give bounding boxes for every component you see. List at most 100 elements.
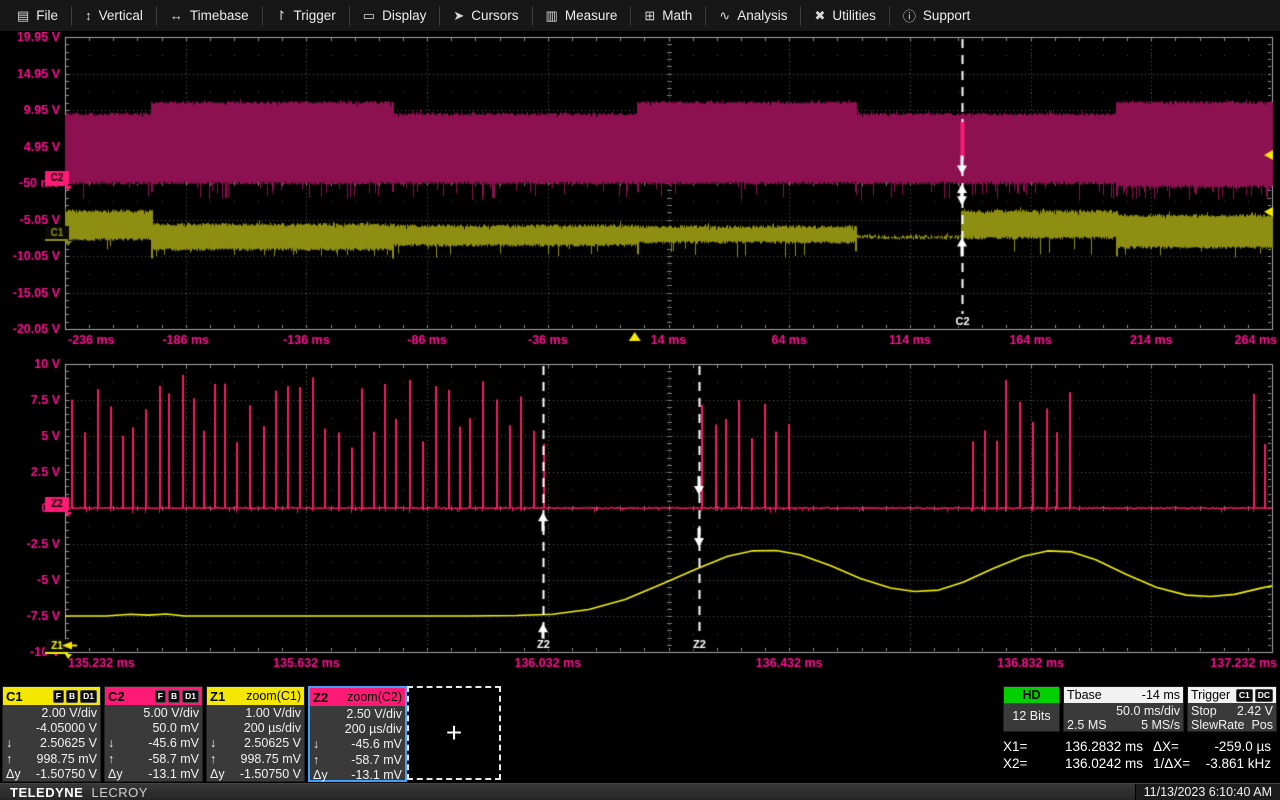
row-key: Δy (6, 767, 21, 782)
menu-analysis[interactable]: ∿ Analysis (706, 0, 800, 31)
menu-support[interactable]: ⓘSupport (890, 0, 983, 31)
trigger-source-badge: C1 (1236, 689, 1253, 702)
row-value: -58.7 mV (148, 752, 199, 767)
plus-icon: + (446, 717, 462, 749)
row-value: 2.00 V/div (41, 706, 97, 721)
row-value: -4.05000 V (36, 721, 97, 736)
descriptor-value-row: 1.00 V/div (210, 706, 301, 721)
timebase-delay: -14 ms (1142, 688, 1180, 702)
descriptor-z1-header: Z1zoom(C1) (207, 687, 304, 705)
menu-display[interactable]: ▭Display (350, 0, 440, 31)
menu-analysis-icon: ∿ (719, 8, 730, 24)
hd-mode-header: HD (1004, 687, 1059, 703)
menu-analysis-label: Analysis (737, 8, 787, 23)
row-value: 1.00 V/div (245, 706, 301, 721)
menu-timebase-icon: ↔ (170, 8, 183, 23)
row-value: -1.50750 V (240, 767, 301, 782)
menu-display-icon: ▭ (363, 8, 375, 24)
row-value: -1.50750 V (36, 767, 97, 782)
menu-bar: ▤ File ↕Vertical ↔ Timebase ↾ Trigger ▭Display➤… (0, 0, 1280, 32)
row-value: 998.75 mV (37, 752, 97, 767)
descriptor-value-row: ↑-58.7 mV (313, 753, 402, 768)
x2-value: 136.0242 ms (1047, 755, 1143, 772)
descriptor-c2-title: C2 (108, 689, 125, 704)
invdx-label: 1/ΔX= (1143, 755, 1195, 772)
descriptor-value-row: -4.05000 V (6, 721, 97, 736)
row-value: 200 µs/div (345, 722, 402, 737)
badge-b: B (66, 690, 78, 703)
row-key: ↓ (210, 736, 216, 751)
x2-label: X2= (1003, 755, 1047, 772)
waveform-display[interactable] (0, 32, 1280, 682)
row-value: 200 µs/div (244, 721, 301, 736)
brand-teledyne: TELEDYNE (10, 785, 83, 800)
menu-vertical[interactable]: ↕Vertical (72, 0, 156, 31)
x1-label: X1= (1003, 738, 1047, 755)
descriptor-value-row: ↑ 998.75 mV (6, 752, 97, 767)
descriptor-value-row: Δy -1.50750 V (6, 767, 97, 782)
menu-file-label: File (36, 8, 58, 23)
menu-cursors[interactable]: ➤Cursors (440, 0, 531, 31)
menu-timebase-label: Timebase (190, 8, 249, 23)
timebase-title: Tbase (1067, 688, 1102, 702)
trace-descriptor-z2[interactable]: Z2zoom(C2)2.50 V/div200 µs/div↓-45.6 mV↑… (308, 686, 407, 782)
trigger-mode: Stop (1191, 704, 1217, 718)
timebase-box[interactable]: Tbase -14 ms 50.0 ms/div 2.5 MS 5 MS/s (1063, 686, 1184, 732)
menu-trigger[interactable]: ↾ Trigger (263, 0, 349, 31)
row-value: 5.00 V/div (143, 706, 199, 721)
trigger-type: SlewRate (1191, 718, 1245, 732)
menu-measure[interactable]: ▥Measure (533, 0, 631, 31)
trigger-coupling-badge: DC (1255, 689, 1273, 702)
menu-utilities[interactable]: ✖Utilities (801, 0, 888, 31)
row-key: ↓ (6, 736, 12, 751)
menu-file[interactable]: ▤ File (4, 0, 71, 31)
hd-bits-value: 12 Bits (1004, 703, 1059, 724)
row-value: 50.0 mV (152, 721, 199, 736)
trigger-title: Trigger (1191, 688, 1230, 702)
descriptor-value-row: Δy-13.1 mV (108, 767, 199, 782)
descriptor-value-row: 2.00 V/div (6, 706, 97, 721)
badge-f: F (53, 690, 64, 703)
badge-f: F (155, 690, 166, 703)
menu-trigger-label: Trigger (294, 8, 336, 23)
menu-file-icon: ▤ (17, 8, 29, 24)
trigger-box[interactable]: Trigger C1 DC Stop 2.42 V SlewRate Pos (1187, 686, 1277, 732)
brand-lecroy: LECROY (91, 785, 147, 800)
trigger-level: 2.42 V (1237, 704, 1273, 718)
descriptor-z2-title: Z2 (313, 690, 328, 705)
descriptor-c1-title: C1 (6, 689, 23, 704)
row-key: Δy (313, 768, 328, 783)
descriptor-z1-subtitle: zoom(C1) (246, 689, 301, 703)
x1-value: 136.2832 ms (1047, 738, 1143, 755)
row-key: ↑ (6, 752, 12, 767)
status-bar: TELEDYNE LECROY 11/13/2023 6:10:40 AM (0, 783, 1280, 800)
menu-utilities-label: Utilities (832, 8, 876, 23)
menu-measure-label: Measure (565, 8, 618, 23)
descriptor-value-row: 5.00 V/div (108, 706, 199, 721)
menu-vertical-label: Vertical (99, 8, 143, 23)
hd-mode-box[interactable]: HD 12 Bits (1003, 686, 1060, 732)
row-key: Δy (210, 767, 225, 782)
trace-descriptor-z1[interactable]: Z1zoom(C1)1.00 V/div200 µs/div↓2.50625 V… (206, 686, 305, 782)
add-trace-button[interactable]: + (407, 686, 501, 780)
menu-cursors-label: Cursors (471, 8, 518, 23)
menu-math[interactable]: ⊞ Math (631, 0, 705, 31)
trace-descriptor-c1[interactable]: C1FBD12.00 V/div-4.05000 V↓2.50625 V↑998… (2, 686, 101, 782)
descriptor-value-row: Δy-13.1 mV (313, 768, 402, 783)
descriptor-value-row: ↓-45.6 mV (108, 736, 199, 751)
descriptor-c1-header: C1FBD1 (3, 687, 100, 705)
descriptor-c2-values: 5.00 V/div50.0 mV↓-45.6 mV↑-58.7 mVΔy-13… (105, 705, 202, 782)
badge-d1: D1 (182, 690, 199, 703)
menu-trigger-icon: ↾ (276, 8, 287, 24)
trace-descriptor-c2[interactable]: C2FBD15.00 V/div50.0 mV↓-45.6 mV↑-58.7 m… (104, 686, 203, 782)
menu-timebase[interactable]: ↔ Timebase (157, 0, 262, 31)
descriptor-value-row: ↑998.75 mV (210, 752, 301, 767)
menu-math-icon: ⊞ (644, 8, 655, 24)
row-value: -45.6 mV (148, 736, 199, 751)
invdx-value: -3.861 kHz (1195, 755, 1277, 772)
menu-math-label: Math (662, 8, 692, 23)
datetime-display[interactable]: 11/13/2023 6:10:40 AM (1135, 784, 1280, 800)
descriptor-z2-subtitle: zoom(C2) (347, 690, 402, 704)
row-value: -13.1 mV (148, 767, 199, 782)
dx-label: ΔX= (1143, 738, 1195, 755)
